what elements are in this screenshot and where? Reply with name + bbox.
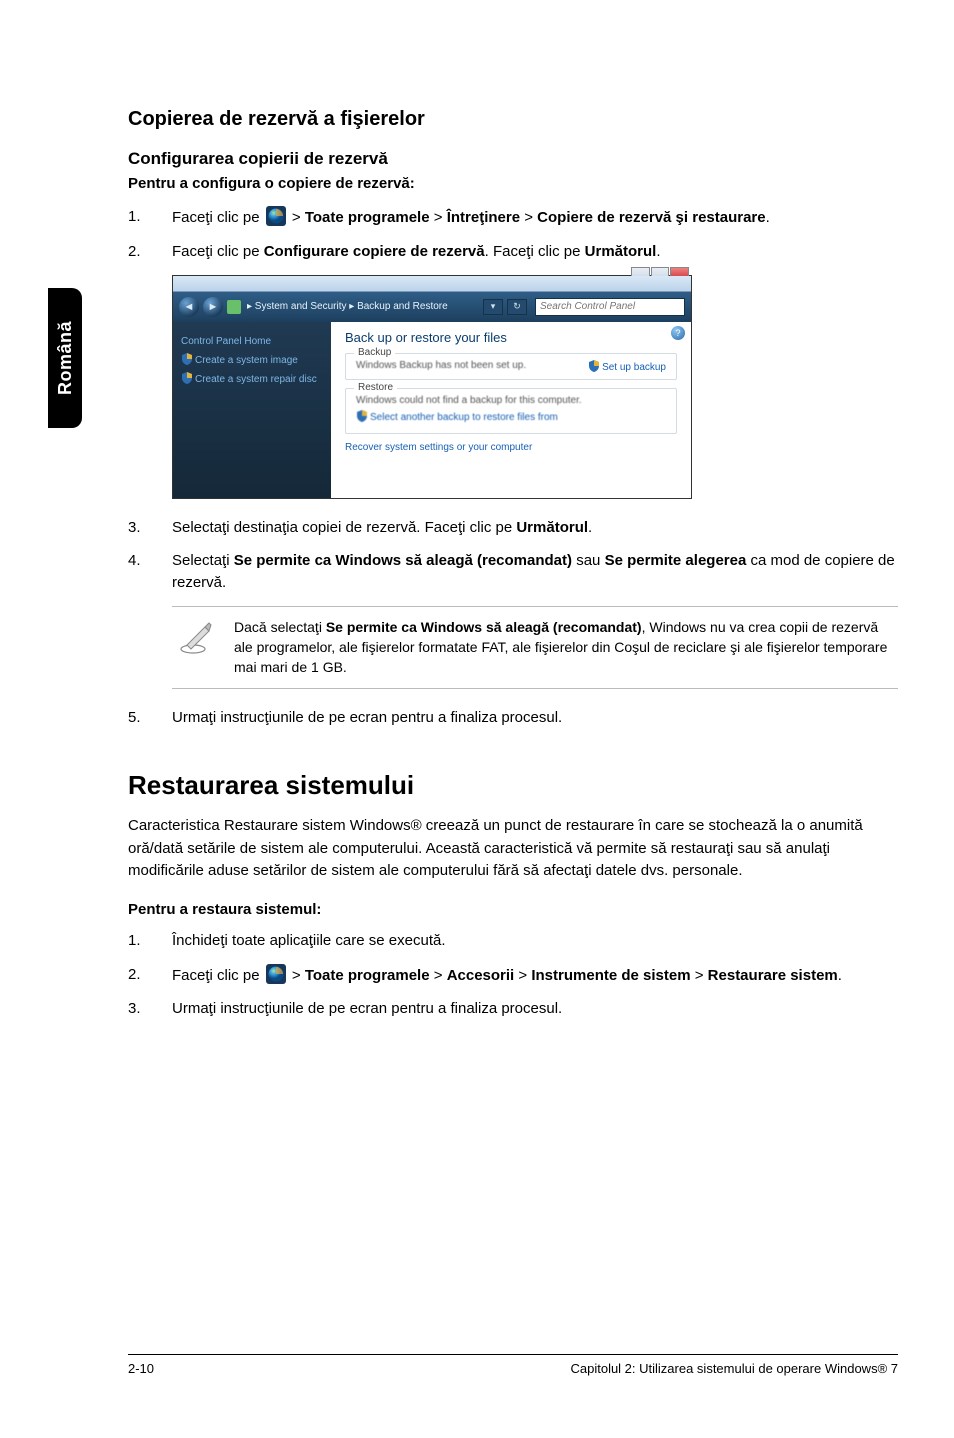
nav-back-icon[interactable]: ◄ — [179, 297, 199, 317]
step-number: 1. — [128, 206, 172, 229]
start-orb-icon — [266, 206, 286, 226]
language-tab-label: Română — [55, 321, 76, 395]
heading-backup-files: Copierea de rezervă a fişierelor — [128, 108, 898, 131]
shield-icon — [181, 353, 193, 365]
window-navbar: ◄ ► ▸ System and Security ▸ Backup and R… — [173, 292, 691, 322]
step-body: Urmaţi instrucţiunile de pe ecran pentru… — [172, 998, 898, 1020]
steps-configure-backup-cont: 3. Selectaţi destinaţia copiei de rezerv… — [128, 517, 898, 594]
sidebar-home-link[interactable]: Control Panel Home — [181, 336, 323, 347]
step-4: 4. Selectaţi Se permite ca Windows să al… — [128, 550, 898, 594]
backup-group-label: Backup — [354, 347, 395, 358]
language-tab: Română — [48, 288, 82, 428]
step-body: Faceţi clic pe > Toate programele > Acce… — [172, 964, 898, 987]
step-5: 5. Urmaţi instrucţiunile de pe ecran pen… — [128, 707, 898, 729]
step-2: 2. Faceţi clic pe Configurare copiere de… — [128, 241, 898, 263]
restore-group-label: Restore — [354, 382, 397, 393]
backup-group: Backup Set up backup Windows Backup has … — [345, 353, 677, 380]
main-panel: ? Back up or restore your files Backup S… — [331, 322, 691, 498]
step-3: 3. Selectaţi destinaţia copiei de rezerv… — [128, 517, 898, 539]
steps-configure-backup: 1. Faceţi clic pe > Toate programele > Î… — [128, 206, 898, 263]
step-body: Faceţi clic pe Configurare copiere de re… — [172, 241, 898, 263]
step-1: 1. Faceţi clic pe > Toate programele > Î… — [128, 206, 898, 229]
window-titlebar — [173, 276, 691, 292]
step-number: 3. — [128, 517, 172, 539]
step-body: Selectaţi Se permite ca Windows să aleag… — [172, 550, 898, 594]
sidebar-create-image-link[interactable]: Create a system image — [181, 353, 323, 366]
shield-icon — [356, 410, 368, 422]
nav-forward-icon[interactable]: ► — [203, 297, 223, 317]
main-heading: Back up or restore your files — [345, 330, 677, 345]
page-footer: 2-10 Capitolul 2: Utilizarea sistemului … — [128, 1354, 898, 1376]
step-number: 4. — [128, 550, 172, 594]
address-bar[interactable]: ▸ System and Security ▸ Backup and Resto… — [247, 301, 479, 312]
control-panel-icon — [227, 300, 241, 314]
note-icon — [176, 617, 218, 678]
restore-status-text: Windows could not find a backup for this… — [356, 395, 666, 406]
step-r2: 2. Faceţi clic pe > Toate programele > A… — [128, 964, 898, 987]
step-r3: 3. Urmaţi instrucţiunile de pe ecran pen… — [128, 998, 898, 1020]
note-text: Dacă selectaţi Se permite ca Windows să … — [234, 617, 894, 678]
footer-chapter: Capitolul 2: Utilizarea sistemului de op… — [570, 1361, 898, 1376]
steps-restore: 1. Închideţi toate aplicaţiile care se e… — [128, 930, 898, 1020]
step-body: Selectaţi destinaţia copiei de rezervă. … — [172, 517, 898, 539]
heading-configure-backup: Configurarea copierii de rezervă — [128, 149, 898, 169]
step-body: Închideţi toate aplicaţiile care se exec… — [172, 930, 898, 952]
para-system-restore: Caracteristica Restaurare sistem Windows… — [128, 815, 898, 883]
heading-system-restore: Restaurarea sistemului — [128, 770, 898, 801]
window-body: Control Panel Home Create a system image… — [173, 322, 691, 498]
lead-configure-backup: Pentru a configura o copiere de rezervă: — [128, 175, 898, 192]
page-number: 2-10 — [128, 1361, 154, 1376]
restore-group: Restore Windows could not find a backup … — [345, 388, 677, 434]
steps-configure-backup-end: 5. Urmaţi instrucţiunile de pe ecran pen… — [128, 707, 898, 729]
lead-restore: Pentru a restaura sistemul: — [128, 901, 898, 918]
backup-status-text: Windows Backup has not been set up. — [356, 360, 666, 371]
step-number: 2. — [128, 964, 172, 987]
refresh-icon[interactable]: ↻ — [507, 299, 527, 315]
step-body: Urmaţi instrucţiunile de pe ecran pentru… — [172, 707, 898, 729]
shield-icon — [181, 372, 193, 384]
address-dropdown-icon[interactable]: ▾ — [483, 299, 503, 315]
step-number: 2. — [128, 241, 172, 263]
search-input[interactable] — [535, 298, 685, 316]
screenshot-backup-restore: ◄ ► ▸ System and Security ▸ Backup and R… — [172, 275, 692, 499]
page-content: Copierea de rezervă a fişierelor Configu… — [128, 108, 898, 1032]
recover-system-link[interactable]: Recover system settings or your computer — [345, 442, 677, 453]
start-orb-icon — [266, 964, 286, 984]
sidebar: Control Panel Home Create a system image… — [173, 322, 331, 498]
step-number: 1. — [128, 930, 172, 952]
step-r1: 1. Închideţi toate aplicaţiile care se e… — [128, 930, 898, 952]
sidebar-repair-disc-link[interactable]: Create a system repair disc — [181, 372, 323, 385]
restore-select-link[interactable]: Select another backup to restore files f… — [356, 410, 666, 423]
step-number: 5. — [128, 707, 172, 729]
step-body: Faceţi clic pe > Toate programele > Într… — [172, 206, 898, 229]
step-number: 3. — [128, 998, 172, 1020]
note-box: Dacă selectaţi Se permite ca Windows să … — [172, 606, 898, 689]
